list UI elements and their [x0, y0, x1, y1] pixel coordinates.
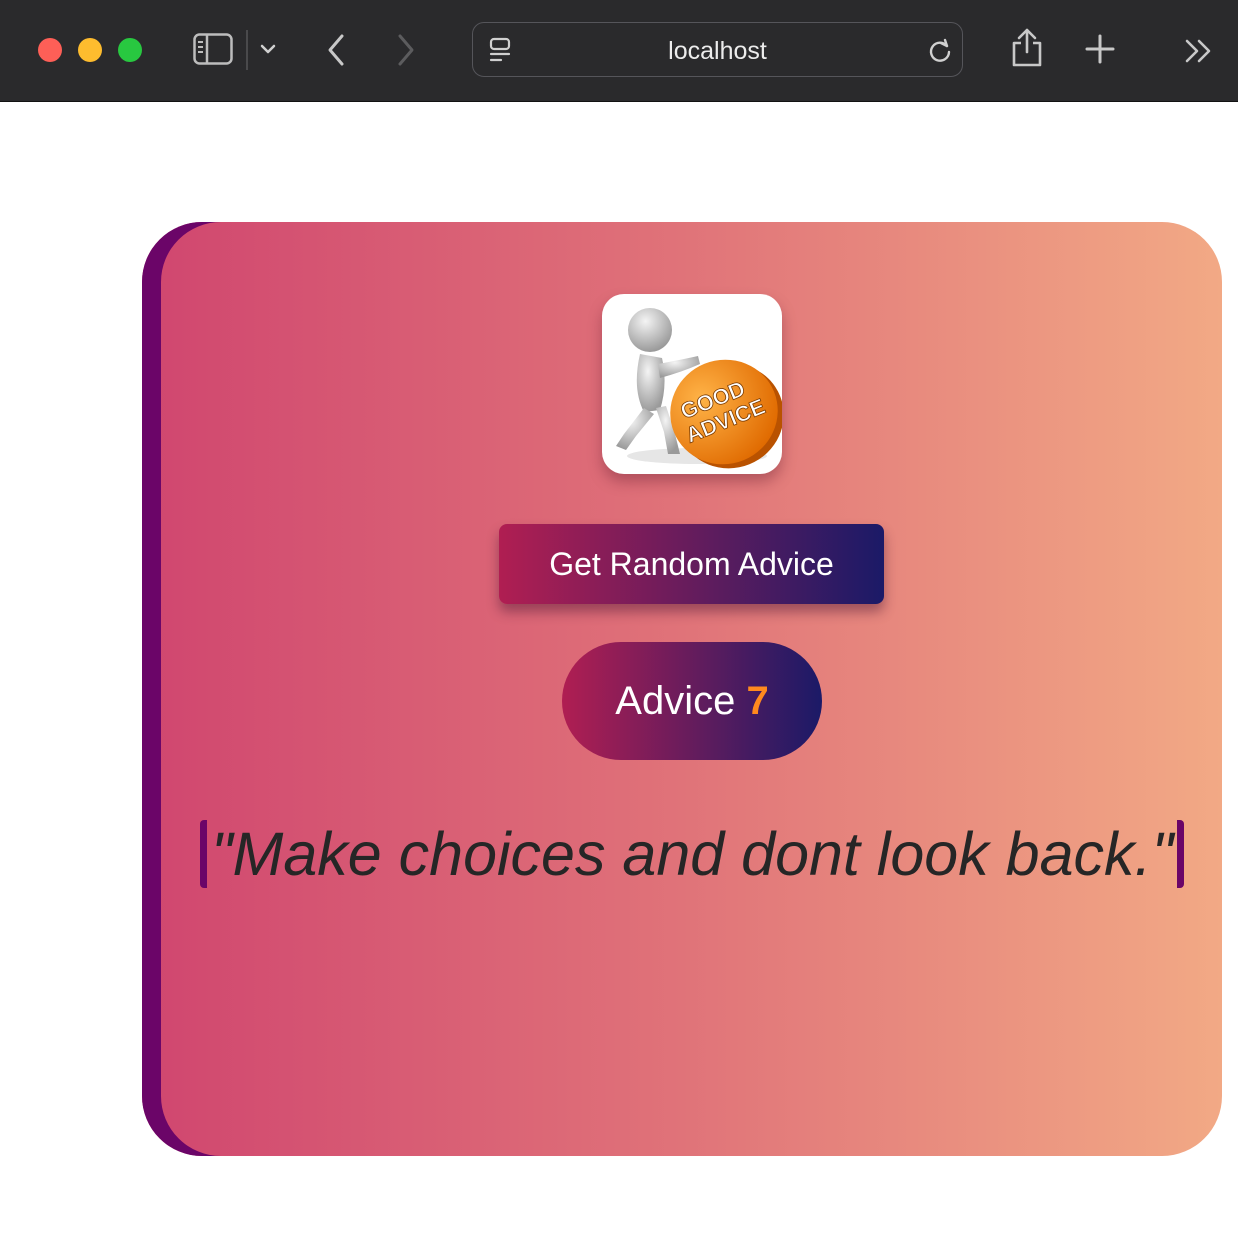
advice-label: Advice: [615, 679, 736, 723]
forward-arrow-icon[interactable]: [392, 32, 420, 68]
address-bar[interactable]: localhost: [472, 22, 963, 77]
good-advice-logo: GOOD ADVICE: [602, 294, 782, 474]
toolbar-divider: [246, 30, 248, 70]
share-icon[interactable]: [1010, 26, 1044, 68]
zoom-window-button[interactable]: [118, 38, 142, 62]
back-arrow-icon[interactable]: [322, 32, 350, 68]
chevron-down-icon[interactable]: [258, 41, 278, 57]
advice-card: GOOD ADVICE Get Random Advice Advice 7 "…: [142, 222, 1222, 1156]
advice-quote-text: "Make choices and dont look back.": [210, 820, 1174, 888]
advice-number-badge: Advice 7: [562, 642, 822, 760]
reload-icon[interactable]: [926, 37, 954, 65]
sidebar-toggle-icon[interactable]: [193, 33, 233, 65]
url-text[interactable]: localhost: [473, 37, 962, 66]
advice-quote-box: "Make choices and dont look back.": [200, 820, 1184, 888]
new-tab-icon[interactable]: [1084, 33, 1116, 65]
browser-toolbar: localhost: [0, 0, 1238, 102]
advice-number: 7: [746, 679, 769, 723]
close-window-button[interactable]: [38, 38, 62, 62]
get-random-advice-button[interactable]: Get Random Advice: [499, 524, 884, 604]
good-advice-logo-image: GOOD ADVICE: [616, 308, 782, 469]
minimize-window-button[interactable]: [78, 38, 102, 62]
double-chevron-right-icon[interactable]: [1184, 38, 1214, 64]
